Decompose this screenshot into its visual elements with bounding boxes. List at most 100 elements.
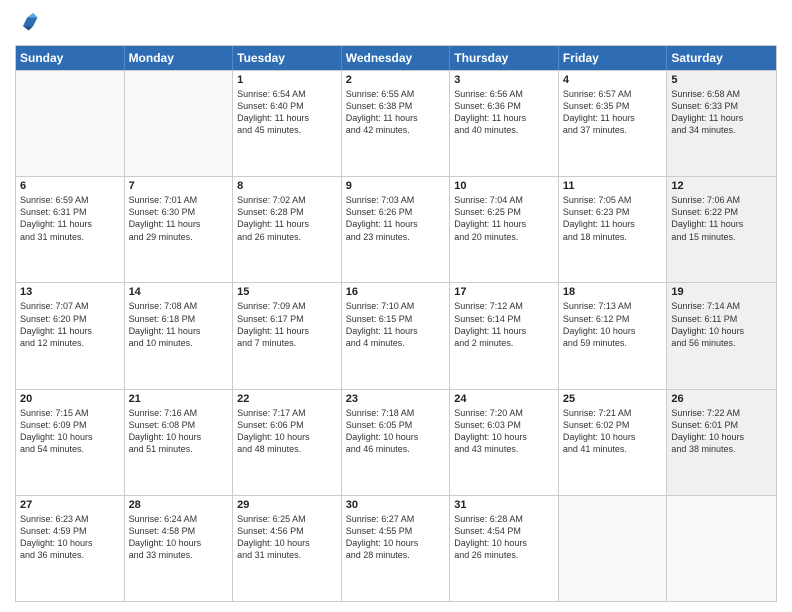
- cell-info-line: Daylight: 10 hours: [20, 431, 120, 443]
- cell-info-line: Sunrise: 6:28 AM: [454, 513, 554, 525]
- cell-info-line: Sunset: 6:06 PM: [237, 419, 337, 431]
- cell-info-line: Daylight: 11 hours: [563, 218, 663, 230]
- cal-cell-day-29: 29Sunrise: 6:25 AMSunset: 4:56 PMDayligh…: [233, 496, 342, 601]
- day-number: 19: [671, 286, 772, 298]
- cell-info-line: Sunset: 6:40 PM: [237, 100, 337, 112]
- cal-cell-day-16: 16Sunrise: 7:10 AMSunset: 6:15 PMDayligh…: [342, 283, 451, 388]
- cal-cell-empty: [559, 496, 668, 601]
- cal-cell-day-18: 18Sunrise: 7:13 AMSunset: 6:12 PMDayligh…: [559, 283, 668, 388]
- cell-info-line: Sunrise: 7:02 AM: [237, 194, 337, 206]
- cal-cell-day-27: 27Sunrise: 6:23 AMSunset: 4:59 PMDayligh…: [16, 496, 125, 601]
- cell-info-line: Sunset: 4:56 PM: [237, 525, 337, 537]
- cell-info-line: Daylight: 10 hours: [129, 431, 229, 443]
- cell-info-line: and 54 minutes.: [20, 443, 120, 455]
- cell-info-line: and 41 minutes.: [563, 443, 663, 455]
- cell-info-line: Sunrise: 7:14 AM: [671, 300, 772, 312]
- cal-cell-day-1: 1Sunrise: 6:54 AMSunset: 6:40 PMDaylight…: [233, 71, 342, 176]
- cell-info-line: Sunrise: 6:55 AM: [346, 88, 446, 100]
- cal-cell-day-19: 19Sunrise: 7:14 AMSunset: 6:11 PMDayligh…: [667, 283, 776, 388]
- cell-info-line: and 59 minutes.: [563, 337, 663, 349]
- cell-info-line: Daylight: 11 hours: [129, 325, 229, 337]
- cal-week-5: 27Sunrise: 6:23 AMSunset: 4:59 PMDayligh…: [16, 495, 776, 601]
- cell-info-line: Daylight: 11 hours: [346, 325, 446, 337]
- cell-info-line: Daylight: 11 hours: [454, 218, 554, 230]
- cell-info-line: Sunset: 6:33 PM: [671, 100, 772, 112]
- cal-header-wednesday: Wednesday: [342, 46, 451, 70]
- cell-info-line: Sunrise: 6:27 AM: [346, 513, 446, 525]
- cal-cell-day-26: 26Sunrise: 7:22 AMSunset: 6:01 PMDayligh…: [667, 390, 776, 495]
- cell-info-line: and 45 minutes.: [237, 124, 337, 136]
- cell-info-line: and 33 minutes.: [129, 549, 229, 561]
- cell-info-line: Sunset: 6:02 PM: [563, 419, 663, 431]
- day-number: 14: [129, 286, 229, 298]
- day-number: 13: [20, 286, 120, 298]
- cell-info-line: Sunset: 6:14 PM: [454, 313, 554, 325]
- cell-info-line: Sunset: 4:58 PM: [129, 525, 229, 537]
- cal-cell-day-7: 7Sunrise: 7:01 AMSunset: 6:30 PMDaylight…: [125, 177, 234, 282]
- cal-cell-day-20: 20Sunrise: 7:15 AMSunset: 6:09 PMDayligh…: [16, 390, 125, 495]
- cell-info-line: Daylight: 11 hours: [671, 112, 772, 124]
- cal-cell-day-15: 15Sunrise: 7:09 AMSunset: 6:17 PMDayligh…: [233, 283, 342, 388]
- cell-info-line: Sunrise: 6:54 AM: [237, 88, 337, 100]
- cell-info-line: Sunset: 6:18 PM: [129, 313, 229, 325]
- cell-info-line: and 7 minutes.: [237, 337, 337, 349]
- cell-info-line: Daylight: 11 hours: [237, 112, 337, 124]
- cell-info-line: Sunset: 6:03 PM: [454, 419, 554, 431]
- cell-info-line: and 37 minutes.: [563, 124, 663, 136]
- cell-info-line: Sunset: 6:35 PM: [563, 100, 663, 112]
- cell-info-line: Sunset: 6:01 PM: [671, 419, 772, 431]
- cell-info-line: Daylight: 11 hours: [454, 112, 554, 124]
- cell-info-line: Sunrise: 6:57 AM: [563, 88, 663, 100]
- cal-header-sunday: Sunday: [16, 46, 125, 70]
- cell-info-line: Sunset: 4:54 PM: [454, 525, 554, 537]
- cell-info-line: Sunset: 6:17 PM: [237, 313, 337, 325]
- cell-info-line: Sunrise: 7:07 AM: [20, 300, 120, 312]
- cell-info-line: Sunrise: 7:09 AM: [237, 300, 337, 312]
- cal-cell-empty: [667, 496, 776, 601]
- cell-info-line: Sunset: 6:15 PM: [346, 313, 446, 325]
- cell-info-line: Sunrise: 7:21 AM: [563, 407, 663, 419]
- cal-cell-day-4: 4Sunrise: 6:57 AMSunset: 6:35 PMDaylight…: [559, 71, 668, 176]
- cell-info-line: Sunrise: 7:05 AM: [563, 194, 663, 206]
- cell-info-line: Sunrise: 6:59 AM: [20, 194, 120, 206]
- cal-cell-day-8: 8Sunrise: 7:02 AMSunset: 6:28 PMDaylight…: [233, 177, 342, 282]
- cell-info-line: Sunrise: 7:13 AM: [563, 300, 663, 312]
- cell-info-line: and 31 minutes.: [237, 549, 337, 561]
- cell-info-line: and 51 minutes.: [129, 443, 229, 455]
- page: SundayMondayTuesdayWednesdayThursdayFrid…: [0, 0, 792, 612]
- cal-cell-day-31: 31Sunrise: 6:28 AMSunset: 4:54 PMDayligh…: [450, 496, 559, 601]
- day-number: 7: [129, 180, 229, 192]
- cell-info-line: and 29 minutes.: [129, 231, 229, 243]
- cell-info-line: Daylight: 10 hours: [237, 431, 337, 443]
- cell-info-line: and 15 minutes.: [671, 231, 772, 243]
- day-number: 12: [671, 180, 772, 192]
- cal-cell-day-9: 9Sunrise: 7:03 AMSunset: 6:26 PMDaylight…: [342, 177, 451, 282]
- cell-info-line: and 18 minutes.: [563, 231, 663, 243]
- cell-info-line: Daylight: 10 hours: [671, 325, 772, 337]
- cell-info-line: Daylight: 10 hours: [563, 325, 663, 337]
- cell-info-line: and 20 minutes.: [454, 231, 554, 243]
- day-number: 5: [671, 74, 772, 86]
- day-number: 6: [20, 180, 120, 192]
- cal-week-3: 13Sunrise: 7:07 AMSunset: 6:20 PMDayligh…: [16, 282, 776, 388]
- cell-info-line: Daylight: 11 hours: [563, 112, 663, 124]
- cell-info-line: Sunset: 4:59 PM: [20, 525, 120, 537]
- cell-info-line: and 10 minutes.: [129, 337, 229, 349]
- cell-info-line: Sunset: 6:26 PM: [346, 206, 446, 218]
- day-number: 11: [563, 180, 663, 192]
- calendar-body: 1Sunrise: 6:54 AMSunset: 6:40 PMDaylight…: [16, 70, 776, 601]
- cell-info-line: Sunset: 6:28 PM: [237, 206, 337, 218]
- cell-info-line: Sunrise: 7:15 AM: [20, 407, 120, 419]
- cell-info-line: and 26 minutes.: [237, 231, 337, 243]
- cell-info-line: Daylight: 11 hours: [346, 218, 446, 230]
- cal-cell-day-30: 30Sunrise: 6:27 AMSunset: 4:55 PMDayligh…: [342, 496, 451, 601]
- cal-cell-day-24: 24Sunrise: 7:20 AMSunset: 6:03 PMDayligh…: [450, 390, 559, 495]
- cal-cell-day-6: 6Sunrise: 6:59 AMSunset: 6:31 PMDaylight…: [16, 177, 125, 282]
- cell-info-line: Sunrise: 7:03 AM: [346, 194, 446, 206]
- cell-info-line: and 28 minutes.: [346, 549, 446, 561]
- day-number: 8: [237, 180, 337, 192]
- cal-cell-day-2: 2Sunrise: 6:55 AMSunset: 6:38 PMDaylight…: [342, 71, 451, 176]
- cell-info-line: Sunrise: 6:25 AM: [237, 513, 337, 525]
- day-number: 15: [237, 286, 337, 298]
- cal-cell-day-13: 13Sunrise: 7:07 AMSunset: 6:20 PMDayligh…: [16, 283, 125, 388]
